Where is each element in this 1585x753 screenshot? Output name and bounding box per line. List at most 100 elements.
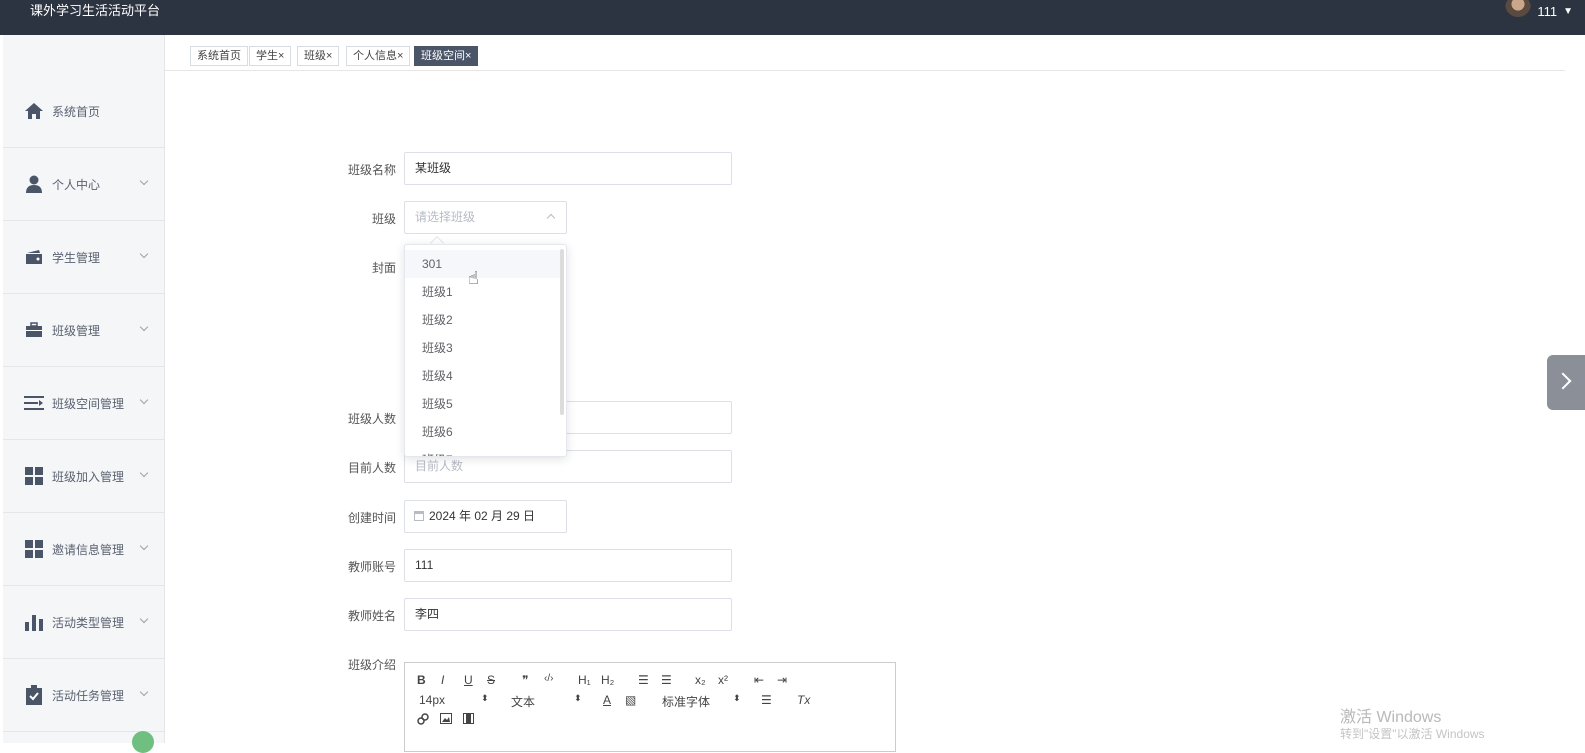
header1-button[interactable]: H₁ xyxy=(578,673,591,687)
class-select[interactable]: 请选择班级 xyxy=(404,201,567,234)
chevron-up-icon xyxy=(546,213,556,223)
tab-class[interactable]: 班级× xyxy=(297,46,340,66)
align-icon[interactable]: ☰ xyxy=(761,693,772,707)
class-label: 班级 xyxy=(371,212,396,226)
cover-label: 封面 xyxy=(371,261,396,275)
sidebar-item-label: 学生管理 xyxy=(52,250,101,265)
chevron-down-icon xyxy=(139,176,149,186)
top-bar: 课外学习生活活动平台 111 ▼ xyxy=(0,0,1585,35)
sidebar-item-label: 活动任务管理 xyxy=(52,688,125,703)
activate-windows-title: 激活 Windows xyxy=(1340,709,1442,726)
chevron-down-icon xyxy=(139,541,149,551)
link-icon[interactable] xyxy=(417,713,429,728)
class-intro-label: 班级介绍 xyxy=(347,658,396,672)
chevron-down-icon xyxy=(139,395,149,405)
activate-windows-subtitle: 转到"设置"以激活 Windows xyxy=(1340,727,1485,741)
text-type-select-arrow-icon[interactable]: ⬍ xyxy=(574,693,582,704)
calendar-icon xyxy=(414,511,424,521)
subscript-button[interactable]: x₂ xyxy=(695,673,706,687)
tab-student[interactable]: 学生× xyxy=(249,46,292,66)
dropdown-option[interactable]: 班级6 xyxy=(405,418,563,446)
font-family-select[interactable]: 标准字体 xyxy=(662,693,710,710)
chevron-down-icon xyxy=(139,249,149,259)
ordered-list-icon[interactable]: ☰ xyxy=(638,673,649,687)
dropdown-option[interactable]: 班级1 xyxy=(405,278,563,306)
clipboard-check-icon xyxy=(24,685,44,705)
outdent-icon[interactable]: ⇤ xyxy=(754,673,764,687)
image-icon[interactable] xyxy=(440,713,452,727)
sidebar-item-label: 班级空间管理 xyxy=(52,396,125,411)
sidebar-item-invite-management[interactable]: 邀请信息管理 xyxy=(3,513,165,586)
font-size-select-arrow-icon[interactable]: ⬍ xyxy=(481,693,489,704)
chevron-down-icon xyxy=(139,687,149,697)
bar-chart-icon xyxy=(24,612,44,632)
class-name-label: 班级名称 xyxy=(347,163,396,177)
indent-list-icon xyxy=(24,393,44,413)
blockquote-icon[interactable]: ❞ xyxy=(522,673,528,687)
text-type-select[interactable]: 文本 xyxy=(511,693,535,710)
sidebar-item-label: 邀请信息管理 xyxy=(52,542,125,557)
user-menu[interactable]: 111 ▼ xyxy=(1505,0,1573,22)
dropdown-scrollbar[interactable] xyxy=(560,249,564,415)
sidebar-item-class-management[interactable]: 班级管理 xyxy=(3,294,165,367)
user-icon xyxy=(24,174,44,194)
created-time-picker[interactable]: 2024 年 02 月 29 日 xyxy=(404,500,567,533)
floating-badge[interactable] xyxy=(132,731,154,753)
sidebar-item-student-management[interactable]: 学生管理 xyxy=(3,221,165,294)
background-color-icon[interactable]: ▧ xyxy=(625,693,636,707)
chevron-down-icon xyxy=(139,614,149,624)
dropdown-option[interactable]: 班级5 xyxy=(405,390,563,418)
teacher-name-label: 教师姓名 xyxy=(347,609,396,623)
chevron-down-icon xyxy=(139,468,149,478)
chevron-down-icon xyxy=(139,322,149,332)
avatar[interactable] xyxy=(1505,0,1532,21)
indent-icon[interactable]: ⇥ xyxy=(777,673,787,687)
sidebar-item-class-join-management[interactable]: 班级加入管理 xyxy=(3,440,165,513)
bullet-list-icon[interactable]: ☰ xyxy=(661,673,672,687)
caret-down-icon[interactable]: ▼ xyxy=(1563,6,1573,17)
created-time-value: 2024 年 02 月 29 日 xyxy=(429,509,536,523)
teacher-name-input[interactable]: 李四 xyxy=(404,598,732,631)
class-name-input[interactable]: 某班级 xyxy=(404,152,732,185)
dropdown-option[interactable]: 班级7 xyxy=(405,446,563,456)
user-name[interactable]: 111 xyxy=(1537,4,1557,19)
strike-button[interactable]: S xyxy=(487,673,495,687)
font-size-select[interactable]: 14px xyxy=(419,693,445,707)
tab-home[interactable]: 系统首页 xyxy=(190,46,248,66)
teacher-account-input[interactable]: 111 xyxy=(404,549,732,582)
tabs-bar: 系统首页 学生× 班级× 个人信息× 班级空间× xyxy=(165,35,1565,71)
sidebar-item-personal-center[interactable]: 个人中心 xyxy=(3,148,165,221)
sidebar-item-label: 系统首页 xyxy=(52,104,101,119)
briefcase-icon xyxy=(24,320,44,340)
superscript-button[interactable]: x² xyxy=(718,673,728,687)
video-icon[interactable] xyxy=(463,713,474,727)
sidebar-item-activity-task-management[interactable]: 活动任务管理 xyxy=(3,659,165,732)
font-family-select-arrow-icon[interactable]: ⬍ xyxy=(733,693,741,704)
font-color-icon[interactable]: A xyxy=(603,693,611,707)
class-count-label: 班级人数 xyxy=(347,412,396,426)
italic-button[interactable]: I xyxy=(441,673,444,687)
tab-class-space[interactable]: 班级空间× xyxy=(414,46,479,66)
sidebar-item-class-space-management[interactable]: 班级空间管理 xyxy=(3,367,165,440)
sidebar-item-label: 活动类型管理 xyxy=(52,615,125,630)
dropdown-option[interactable]: 班级3 xyxy=(405,334,563,362)
sidebar-item-label: 班级加入管理 xyxy=(52,469,125,484)
dropdown-option[interactable]: 301 xyxy=(405,250,563,278)
sidebar-item-label: 班级管理 xyxy=(52,323,101,338)
sidebar-item-home[interactable]: 系统首页 xyxy=(3,75,165,148)
class-dropdown[interactable]: 301 班级1 班级2 班级3 班级4 班级5 班级6 班级7 xyxy=(404,244,567,457)
sidebar-item-activity-type-management[interactable]: 活动类型管理 xyxy=(3,586,165,659)
header2-button[interactable]: H₂ xyxy=(601,673,614,687)
rich-text-editor[interactable]: B I U S ❞ ‹/› H₁ H₂ ☰ ☰ x₂ x² ⇤ ⇥ 14px ⬍… xyxy=(404,662,896,752)
code-icon[interactable]: ‹/› xyxy=(544,673,553,684)
right-panel-toggle[interactable] xyxy=(1547,355,1585,410)
teacher-account-label: 教师账号 xyxy=(347,560,396,574)
class-select-placeholder: 请选择班级 xyxy=(415,210,476,224)
dropdown-option[interactable]: 班级2 xyxy=(405,306,563,334)
sidebar: 系统首页 个人中心 学生管理 班级管理 班级空间管理 班级加入管理 邀请信息管理… xyxy=(3,35,165,743)
bold-button[interactable]: B xyxy=(417,673,426,687)
tab-personal-info[interactable]: 个人信息× xyxy=(346,46,411,66)
dropdown-option[interactable]: 班级4 xyxy=(405,362,563,390)
clear-format-icon[interactable]: Tx xyxy=(797,693,810,707)
underline-button[interactable]: U xyxy=(464,673,473,687)
